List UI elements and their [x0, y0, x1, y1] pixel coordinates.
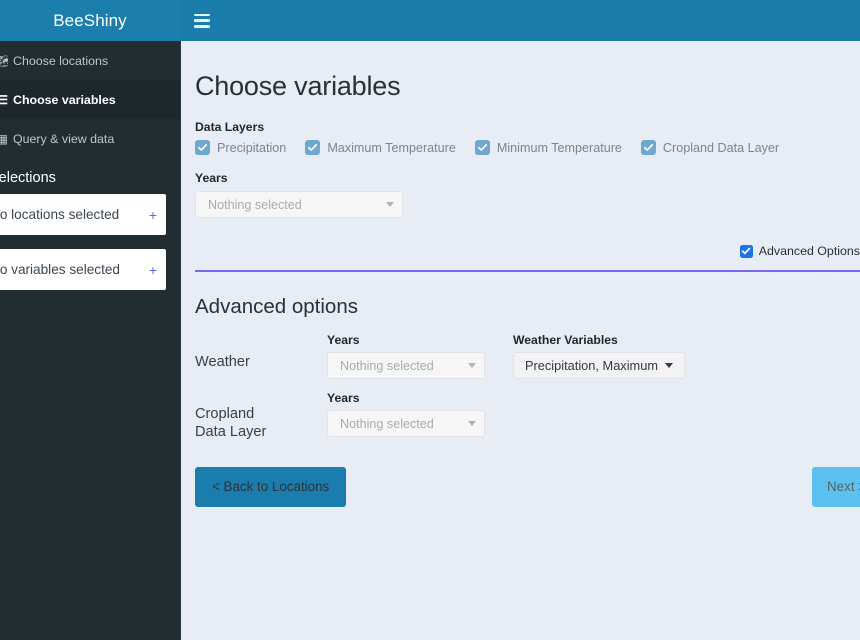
next-button[interactable]: Next > — [812, 466, 860, 507]
checkbox-label: Precipitation — [217, 140, 287, 155]
years-label: Years — [195, 171, 228, 185]
plus-icon[interactable]: + — [149, 263, 157, 277]
page-title: Choose variables — [195, 71, 401, 101]
sidebar-item-choose-locations[interactable]: 🗺 Choose locations — [0, 41, 180, 80]
advanced-options-checkbox[interactable] — [739, 244, 753, 258]
weather-years-select-value: Nothing selected — [340, 358, 434, 373]
top-bar-content — [180, 0, 860, 41]
cropland-years-select[interactable]: Nothing selected — [327, 410, 485, 437]
weather-years-select[interactable]: Nothing selected — [327, 352, 485, 379]
cropland-row-label-line1: Cropland — [195, 406, 255, 422]
chevron-down-icon — [468, 421, 476, 426]
years-select[interactable]: Nothing selected — [195, 191, 403, 218]
selection-panel-locations[interactable]: No locations selected + — [0, 194, 166, 235]
selections-header: Selections — [0, 170, 56, 186]
cropland-years-label: Years — [327, 391, 360, 405]
main-content: Choose variables Data Layers Precipitati… — [180, 41, 860, 640]
data-layers-checkbox-group: Precipitation Maximum Temperature Minimu… — [195, 140, 860, 155]
hamburger-icon[interactable] — [194, 13, 210, 28]
weather-variables-select[interactable]: Precipitation, Maximum — [513, 352, 685, 379]
app-root: BeeShiny 🗺 Choose locations ☰ Choose var… — [0, 0, 860, 640]
sidebar-item-label: Query & view data — [13, 131, 115, 146]
checkbox-label: Cropland Data Layer — [662, 140, 780, 155]
sidebar-item-query-view-data[interactable]: ▦ Query & view data — [0, 119, 180, 158]
weather-variables-value: Precipitation, Maximum — [525, 358, 658, 373]
advanced-row-weather: Weather Years Nothing selected Weather V… — [195, 333, 860, 379]
chevron-down-icon — [665, 363, 673, 368]
sidebar-item-label: Choose variables — [13, 92, 116, 107]
back-to-locations-button[interactable]: < Back to Locations — [195, 466, 347, 507]
top-bar: BeeShiny — [0, 0, 860, 41]
weather-variables-label: Weather Variables — [513, 333, 618, 347]
checkbox-minimum-temperature[interactable]: Minimum Temperature — [474, 140, 622, 155]
check-icon — [474, 140, 490, 155]
advanced-options-title: Advanced options — [195, 295, 358, 318]
checkbox-label: Maximum Temperature — [327, 140, 456, 155]
selection-panel-variables[interactable]: No variables selected + — [0, 249, 166, 290]
years-select-value: Nothing selected — [208, 197, 302, 212]
plus-icon[interactable]: + — [149, 208, 157, 222]
weather-years-label: Years — [327, 333, 360, 347]
check-icon — [305, 140, 321, 155]
checkbox-maximum-temperature[interactable]: Maximum Temperature — [305, 140, 456, 155]
cropland-years-field: Years Nothing selected — [327, 391, 485, 437]
checkbox-precipitation[interactable]: Precipitation — [195, 140, 286, 155]
navigation-button-row: < Back to Locations Next > — [195, 466, 860, 507]
selection-panel-label: No variables selected — [0, 262, 120, 277]
cropland-row-label-line2: Data Layer — [195, 424, 267, 441]
sidebar-item-label: Choose locations — [13, 53, 109, 68]
table-icon: ▦ — [0, 131, 8, 146]
checkbox-cropland-data-layer[interactable]: Cropland Data Layer — [640, 140, 780, 155]
chevron-down-icon — [468, 363, 476, 368]
checkbox-label: Minimum Temperature — [496, 140, 622, 155]
weather-variables-field: Weather Variables Precipitation, Maximum — [513, 333, 685, 379]
advanced-options-label: Advanced Options — [758, 244, 860, 258]
section-divider — [195, 270, 860, 272]
data-layers-label: Data Layers — [195, 120, 265, 134]
selection-panel-label: No locations selected — [0, 207, 120, 222]
cropland-row-label: Cropland Data Layer — [195, 391, 327, 442]
brand-logo[interactable]: BeeShiny — [0, 0, 180, 41]
advanced-options-toggle-row: Advanced Options — [195, 244, 860, 258]
weather-row-label: Weather — [195, 354, 250, 370]
weather-years-field: Years Nothing selected — [327, 333, 485, 379]
layers-icon: ☰ — [0, 92, 8, 107]
sidebar: 🗺 Choose locations ☰ Choose variables ▦ … — [0, 41, 180, 640]
chevron-down-icon — [386, 202, 394, 207]
check-icon — [640, 140, 656, 155]
map-icon: 🗺 — [0, 53, 8, 68]
check-icon — [195, 140, 210, 155]
advanced-row-cropland: Cropland Data Layer Years Nothing select… — [195, 391, 860, 442]
brand-title: BeeShiny — [53, 10, 127, 30]
cropland-years-select-value: Nothing selected — [340, 416, 434, 431]
sidebar-item-choose-variables[interactable]: ☰ Choose variables — [0, 80, 180, 119]
